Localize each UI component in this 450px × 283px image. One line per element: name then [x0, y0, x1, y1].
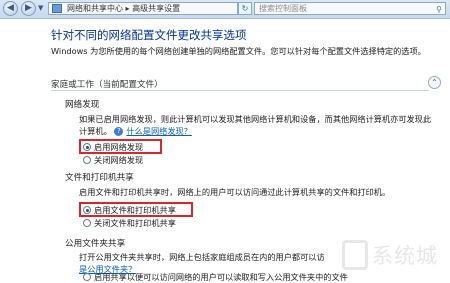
refresh-button[interactable]: ↻ — [238, 2, 252, 15]
radio-unselected-icon[interactable] — [83, 155, 91, 164]
network-discovery-description: 如果已启用网络发现，则此计算机可以发现其他网络计算机和设备，而其他网络计算机亦可… — [79, 113, 439, 137]
what-is-network-discovery-link[interactable]: 什么是网络发现？ — [126, 126, 192, 136]
address-bar[interactable]: 网络和共享中心 ▸ 高级共享设置 — [48, 2, 238, 15]
radio-label: 关闭文件和打印机共享 — [94, 218, 176, 228]
control-panel-icon — [52, 4, 62, 13]
file-printer-sharing-description: 启用文件和打印机共享时，网络上的用户可以访问通过此计算机共享的文件和打印机。 — [79, 187, 391, 197]
profile-section-header[interactable]: 家庭或工作（当前配置文件） ⌃ — [51, 76, 441, 91]
radio-label: 关闭网络发现 — [94, 155, 144, 165]
highlight-box — [79, 139, 162, 154]
network-discovery-desc-line2: 计算机。 ? 什么是网络发现？ — [79, 125, 439, 137]
radio-unselected-icon[interactable] — [83, 218, 91, 227]
help-icon: ? — [114, 127, 124, 136]
radio-unselected-icon[interactable] — [83, 272, 91, 281]
public-folder-sharing-title: 公用文件夹共享 — [65, 239, 126, 249]
page-title: 针对不同的网络配置文件更改共享选项 — [51, 28, 247, 42]
search-input[interactable]: 搜索控制面板 ⚲ — [254, 2, 446, 15]
refresh-icon: ↻ — [241, 4, 249, 13]
radio-file-printer-sharing-off[interactable]: 关闭文件和打印机共享 — [83, 217, 176, 229]
forward-button[interactable]: ▶ — [21, 1, 36, 16]
search-placeholder: 搜索控制面板 — [259, 4, 307, 13]
network-discovery-desc-line1: 如果已启用网络发现，则此计算机可以发现其他网络计算机和设备，而其他网络计算机亦可… — [79, 114, 432, 124]
address-path: 网络和共享中心 ▸ 高级共享设置 — [67, 4, 181, 13]
radio-public-folder-sharing-on[interactable]: 启用共享以便可以访问网络的用户可以读取和写入公用文件夹中的文件 — [83, 271, 348, 283]
profile-title: 家庭或工作（当前配置文件） — [51, 80, 163, 90]
advanced-sharing-settings: 针对不同的网络配置文件更改共享选项 Windows 为您所使用的每个网络创建单独… — [0, 19, 450, 283]
back-arrow-icon: ◀ — [7, 3, 14, 13]
radio-network-discovery-off[interactable]: 关闭网络发现 — [83, 154, 143, 166]
network-discovery-desc-prefix: 计算机。 — [79, 126, 112, 136]
page-intro: Windows 为您所使用的每个网络创建单独的网络配置文件。您可以针对每个配置文… — [51, 46, 426, 56]
file-printer-sharing-title: 文件和打印机共享 — [65, 173, 134, 183]
network-discovery-title: 网络发现 — [65, 100, 100, 110]
forward-arrow-icon: ▶ — [25, 3, 32, 13]
search-icon: ⚲ — [436, 5, 442, 14]
collapse-chevron-icon[interactable]: ⌃ — [428, 76, 441, 89]
recent-pages-dropdown-icon[interactable]: ▼ — [38, 4, 43, 12]
public-folder-desc-line1: 打开公用文件夹共享时，网络上包括家庭组成员在内的用户都可以访 — [79, 252, 325, 262]
highlight-box — [79, 202, 193, 217]
address-toolbar: ◀ ▶ ▼ 网络和共享中心 ▸ 高级共享设置 ↻ 搜索控制面板 ⚲ — [0, 0, 450, 19]
back-button[interactable]: ◀ — [3, 1, 18, 16]
